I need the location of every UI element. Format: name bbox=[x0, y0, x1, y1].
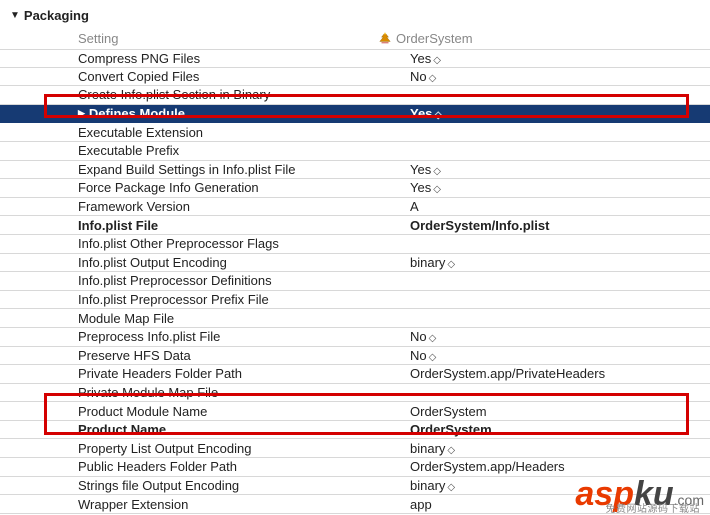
setting-value[interactable]: OrderSystem bbox=[378, 422, 710, 437]
setting-label: Executable Extension bbox=[78, 125, 378, 140]
setting-value[interactable]: OrderSystem.app/Headers bbox=[378, 459, 710, 474]
table-row[interactable]: Framework VersionA bbox=[0, 198, 710, 217]
section-header[interactable]: ▼ Packaging bbox=[0, 0, 710, 27]
setting-label: Info.plist File bbox=[78, 218, 378, 233]
stepper-icon[interactable]: ◇ bbox=[433, 55, 441, 66]
setting-label: Info.plist Preprocessor Prefix File bbox=[78, 292, 378, 307]
setting-label: Info.plist Other Preprocessor Flags bbox=[78, 236, 378, 251]
setting-value[interactable]: No◇ bbox=[378, 348, 710, 363]
table-row[interactable]: Product NameOrderSystem bbox=[0, 421, 710, 440]
table-row[interactable]: Preserve HFS DataNo◇ bbox=[0, 347, 710, 366]
table-row[interactable]: Info.plist Other Preprocessor Flags bbox=[0, 235, 710, 254]
column-target-label: OrderSystem bbox=[396, 31, 473, 46]
setting-label: Convert Copied Files bbox=[78, 69, 378, 84]
stepper-icon[interactable]: ◇ bbox=[429, 333, 437, 344]
setting-label: Private Module Map File bbox=[78, 385, 378, 400]
column-setting-header[interactable]: Setting bbox=[78, 31, 378, 46]
stepper-icon[interactable]: ◇ bbox=[447, 482, 455, 493]
setting-label: Property List Output Encoding bbox=[78, 441, 378, 456]
setting-value[interactable]: No◇ bbox=[378, 69, 710, 84]
stepper-icon[interactable]: ◇ bbox=[433, 184, 441, 195]
stepper-icon[interactable]: ◇ bbox=[434, 110, 442, 121]
stepper-icon[interactable]: ◇ bbox=[433, 166, 441, 177]
table-row[interactable]: Private Headers Folder PathOrderSystem.a… bbox=[0, 365, 710, 384]
table-row[interactable]: Info.plist Preprocessor Prefix File bbox=[0, 291, 710, 310]
setting-value[interactable]: Yes◇ bbox=[378, 162, 710, 177]
setting-value[interactable]: Yes◇ bbox=[378, 180, 710, 195]
setting-label: Public Headers Folder Path bbox=[78, 459, 378, 474]
app-icon bbox=[378, 31, 392, 45]
columns-header: Setting OrderSystem bbox=[0, 27, 710, 49]
table-row[interactable]: Executable Extension bbox=[0, 123, 710, 142]
table-row[interactable]: Product Module NameOrderSystem bbox=[0, 402, 710, 421]
setting-value[interactable]: binary◇ bbox=[378, 441, 710, 456]
table-row[interactable]: Module Map File bbox=[0, 309, 710, 328]
setting-value[interactable]: Yes◇ bbox=[378, 51, 710, 66]
stepper-icon[interactable]: ◇ bbox=[447, 259, 455, 270]
table-row[interactable]: Executable Prefix bbox=[0, 142, 710, 161]
setting-label: Force Package Info Generation bbox=[78, 180, 378, 195]
column-target-header[interactable]: OrderSystem bbox=[378, 31, 473, 46]
settings-table: Compress PNG FilesYes◇Convert Copied Fil… bbox=[0, 49, 710, 514]
setting-value[interactable]: Yes◇ bbox=[378, 106, 710, 121]
setting-label: Compress PNG Files bbox=[78, 51, 378, 66]
table-row[interactable]: Public Headers Folder PathOrderSystem.ap… bbox=[0, 458, 710, 477]
table-row[interactable]: Private Module Map File bbox=[0, 384, 710, 403]
setting-label: Expand Build Settings in Info.plist File bbox=[78, 162, 378, 177]
disclosure-triangle-right-icon: ▶ bbox=[78, 109, 85, 118]
setting-label: Module Map File bbox=[78, 311, 378, 326]
setting-label: Info.plist Preprocessor Definitions bbox=[78, 273, 378, 288]
setting-value[interactable]: binary◇ bbox=[378, 255, 710, 270]
setting-label: Executable Prefix bbox=[78, 143, 378, 158]
stepper-icon[interactable]: ◇ bbox=[429, 352, 437, 363]
setting-label: Create Info.plist Section in Binary bbox=[78, 87, 378, 102]
table-row[interactable]: Preprocess Info.plist FileNo◇ bbox=[0, 328, 710, 347]
table-row[interactable]: Force Package Info GenerationYes◇ bbox=[0, 179, 710, 198]
watermark-subtitle: 免费网站源码下载站 bbox=[606, 500, 701, 515]
disclosure-triangle-icon: ▼ bbox=[10, 10, 20, 21]
table-row[interactable]: ▶Defines ModuleYes◇ bbox=[0, 105, 710, 124]
setting-label: Info.plist Output Encoding bbox=[78, 255, 378, 270]
table-row[interactable]: Expand Build Settings in Info.plist File… bbox=[0, 161, 710, 180]
table-row[interactable]: Info.plist Output Encodingbinary◇ bbox=[0, 254, 710, 273]
setting-label: Product Name bbox=[78, 422, 378, 437]
stepper-icon[interactable]: ◇ bbox=[447, 445, 455, 456]
section-title: Packaging bbox=[24, 8, 89, 23]
table-row[interactable]: Property List Output Encodingbinary◇ bbox=[0, 439, 710, 458]
setting-label: Wrapper Extension bbox=[78, 497, 378, 512]
setting-value[interactable]: OrderSystem bbox=[378, 404, 710, 419]
setting-value[interactable]: OrderSystem/Info.plist bbox=[378, 218, 710, 233]
setting-value[interactable]: No◇ bbox=[378, 329, 710, 344]
setting-label: Preprocess Info.plist File bbox=[78, 329, 378, 344]
setting-value[interactable]: A bbox=[378, 199, 710, 214]
setting-label: Preserve HFS Data bbox=[78, 348, 378, 363]
stepper-icon[interactable]: ◇ bbox=[429, 73, 437, 84]
table-row[interactable]: Info.plist Preprocessor Definitions bbox=[0, 272, 710, 291]
setting-label: Product Module Name bbox=[78, 404, 378, 419]
setting-label: ▶Defines Module bbox=[78, 106, 378, 121]
table-row[interactable]: Convert Copied FilesNo◇ bbox=[0, 68, 710, 87]
table-row[interactable]: Create Info.plist Section in Binary bbox=[0, 86, 710, 105]
table-row[interactable]: Info.plist FileOrderSystem/Info.plist bbox=[0, 216, 710, 235]
setting-label: Framework Version bbox=[78, 199, 378, 214]
setting-label: Private Headers Folder Path bbox=[78, 366, 378, 381]
setting-value[interactable]: OrderSystem.app/PrivateHeaders bbox=[378, 366, 710, 381]
setting-label: Strings file Output Encoding bbox=[78, 478, 378, 493]
table-row[interactable]: Compress PNG FilesYes◇ bbox=[0, 49, 710, 68]
